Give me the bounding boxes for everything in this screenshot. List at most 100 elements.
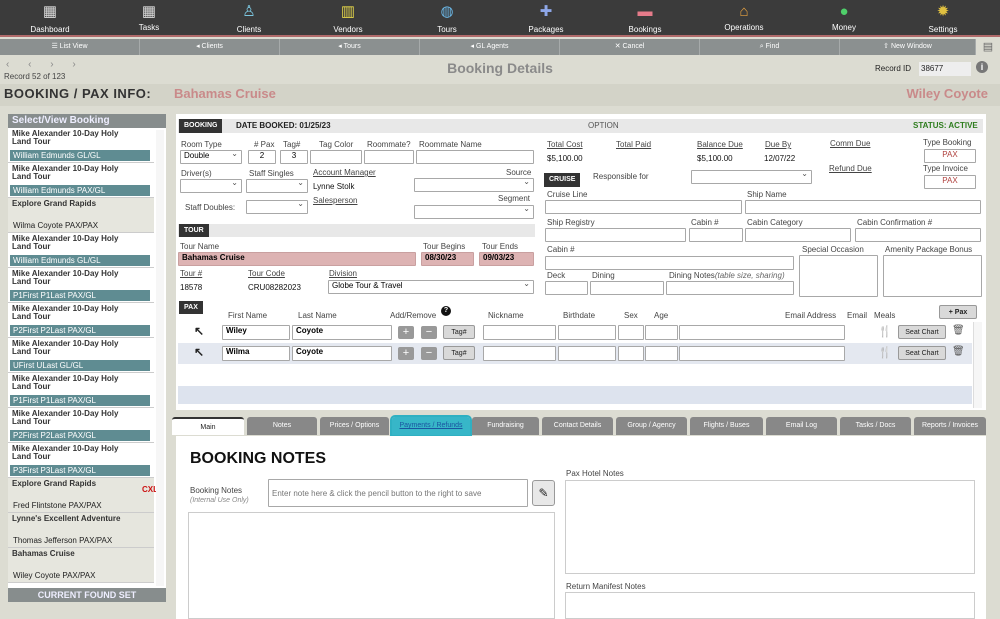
room-type-select[interactable]: Double <box>180 149 242 164</box>
record-id-field[interactable]: 38677 <box>919 62 971 76</box>
sidebar-booking-item[interactable]: Explore Grand Rapids Fred Flintstone PAX/… <box>8 478 162 514</box>
meals-icon[interactable]: 🍴 <box>878 346 892 359</box>
remove-icon[interactable]: − <box>421 347 437 360</box>
pax-birthdate[interactable] <box>558 346 616 361</box>
dining-field[interactable] <box>590 281 664 295</box>
tour-ends-field[interactable]: 09/03/23 <box>479 252 534 266</box>
ship-name-field[interactable] <box>745 200 981 214</box>
pax-email[interactable] <box>679 325 845 340</box>
note-entry-input[interactable] <box>268 479 528 507</box>
dining-notes-field[interactable] <box>666 281 794 295</box>
cabin-num-field[interactable] <box>689 228 743 242</box>
tab-email-log[interactable]: Email Log <box>766 417 837 435</box>
nav-settings[interactable]: ✹ Settings <box>898 0 988 37</box>
add-icon[interactable]: + <box>398 347 414 360</box>
tag-button[interactable]: Tag# <box>443 346 475 360</box>
sidebar-booking-item[interactable]: Bahamas CruiseWiley Coyote PAX/PAX2 <box>8 548 162 584</box>
sidebar-booking-item[interactable]: Mike Alexander 10-Day Holy Land Tour P1Fi… <box>8 373 162 409</box>
pax-count-field[interactable]: 2 <box>248 150 276 164</box>
help-icon[interactable]: ? <box>441 306 451 316</box>
cancel-button[interactable]: ✕ Cancel <box>560 39 700 55</box>
segment-select[interactable] <box>414 204 534 219</box>
pax-age[interactable] <box>645 346 678 361</box>
cruise-line-field[interactable] <box>545 200 742 214</box>
pax-first-name[interactable]: Wiley <box>222 325 290 340</box>
type-booking-field[interactable]: PAX <box>924 149 976 163</box>
tab-prices-options[interactable]: Prices / Options <box>320 417 389 435</box>
roommate-field[interactable] <box>364 150 414 164</box>
clients-button[interactable]: ◂ Clients <box>140 39 280 55</box>
nav-clients[interactable]: ♙ Clients <box>204 0 294 37</box>
division-label[interactable]: Division <box>329 269 357 278</box>
nav-money[interactable]: ● Money <box>799 0 889 37</box>
remove-icon[interactable]: − <box>421 326 437 339</box>
nav-tasks[interactable]: ▦ Tasks <box>104 0 194 37</box>
find-button[interactable]: ⌕ Find <box>700 39 840 55</box>
trash-icon[interactable]: 🗑 <box>952 325 965 336</box>
sidebar-booking-item[interactable]: Mike Alexander 10-Day Holy Land Tour P3Fi… <box>8 443 162 479</box>
select-arrow-icon[interactable]: ↖ <box>194 324 204 338</box>
drivers-select[interactable] <box>180 178 242 193</box>
tab-group-agency[interactable]: Group / Agency <box>616 417 687 435</box>
pax-nickname[interactable] <box>483 325 556 340</box>
salesperson-label[interactable]: Salesperson <box>313 196 357 205</box>
tour-num-label[interactable]: Tour # <box>180 269 202 278</box>
staff-singles-select[interactable] <box>246 178 308 193</box>
trash-icon[interactable]: 🗑 <box>952 346 965 357</box>
ship-registry-field[interactable] <box>545 228 686 242</box>
responsible-for-select[interactable] <box>691 169 812 184</box>
due-by-label[interactable]: Due By <box>765 140 791 149</box>
tab-fundraising[interactable]: Fundraising <box>472 417 539 435</box>
special-occasion-field[interactable] <box>799 255 878 297</box>
pax-sex[interactable] <box>618 325 644 340</box>
tour-name-field[interactable]: Bahamas Cruise <box>178 252 416 266</box>
nav-vendors[interactable]: ▥ Vendors <box>303 0 393 37</box>
balance-due-label[interactable]: Balance Due <box>697 140 743 149</box>
return-manifest-notes-area[interactable] <box>565 592 975 619</box>
staff-doubles-select[interactable] <box>246 199 308 214</box>
pax-birthdate[interactable] <box>558 325 616 340</box>
sidebar-booking-item[interactable]: Explore Grand Rapids Wilma Coyote PAX/PAX… <box>8 198 162 234</box>
type-invoice-field[interactable]: PAX <box>924 175 976 189</box>
sidebar-booking-item[interactable]: Mike Alexander 10-Day Holy Land Tour Will… <box>8 163 162 199</box>
save-note-pencil-icon[interactable]: ✎ <box>532 480 555 506</box>
division-select[interactable]: Globe Tour & Travel <box>328 279 534 294</box>
total-cost-label[interactable]: Total Cost <box>547 140 583 149</box>
tab-notes[interactable]: Notes <box>247 417 317 435</box>
nav-operations[interactable]: ⌂ Operations <box>699 0 789 37</box>
add-icon[interactable]: + <box>398 326 414 339</box>
new-window-button[interactable]: ⇧ New Window <box>840 39 976 55</box>
tab-main[interactable]: Main <box>172 417 244 435</box>
meals-icon[interactable]: 🍴 <box>878 325 892 338</box>
amenity-field[interactable] <box>883 255 982 297</box>
current-found-set-button[interactable]: CURRENT FOUND SET <box>8 588 166 602</box>
tab-reports-invoices[interactable]: Reports / Invoices <box>914 417 986 435</box>
pax-last-name[interactable]: Coyote <box>292 325 392 340</box>
nav-bookings[interactable]: ▬ Bookings <box>600 0 690 37</box>
tag-color-field[interactable] <box>310 150 362 164</box>
gl-agents-button[interactable]: ◂ GL Agents <box>420 39 560 55</box>
nav-tours[interactable]: ◍ Tours <box>402 0 492 37</box>
tour-code-label[interactable]: Tour Code <box>248 269 285 278</box>
sidebar-booking-item[interactable]: Mike Alexander 10-Day Holy Land Tour P2Fi… <box>8 303 162 339</box>
roommate-name-field[interactable] <box>416 150 534 164</box>
select-arrow-icon[interactable]: ↖ <box>194 345 204 359</box>
tab-payments-refunds[interactable]: Payments / Refunds <box>390 415 472 437</box>
deck-field[interactable] <box>545 281 588 295</box>
tab-flights-buses[interactable]: Flights / Buses <box>690 417 763 435</box>
pax-sex[interactable] <box>618 346 644 361</box>
seat-chart-button[interactable]: Seat Chart <box>898 325 946 339</box>
source-select[interactable] <box>414 177 534 192</box>
print-icon[interactable]: ▤ <box>976 39 1000 55</box>
cabin-confirmation-field[interactable] <box>855 228 981 242</box>
tab-contact-details[interactable]: Contact Details <box>542 417 613 435</box>
sidebar-booking-item[interactable]: Mike Alexander 10-Day Holy Land Tour Will… <box>8 233 154 268</box>
pax-first-name[interactable]: Wilma <box>222 346 290 361</box>
booking-notes-area[interactable] <box>188 512 555 619</box>
refund-due-label[interactable]: Refund Due <box>829 164 872 173</box>
nav-dashboard[interactable]: ▦ Dashboard <box>5 0 95 37</box>
tour-begins-field[interactable]: 08/30/23 <box>421 252 474 266</box>
pax-age[interactable] <box>645 325 678 340</box>
account-manager-label[interactable]: Account Manager <box>313 168 376 177</box>
pax-nickname[interactable] <box>483 346 556 361</box>
